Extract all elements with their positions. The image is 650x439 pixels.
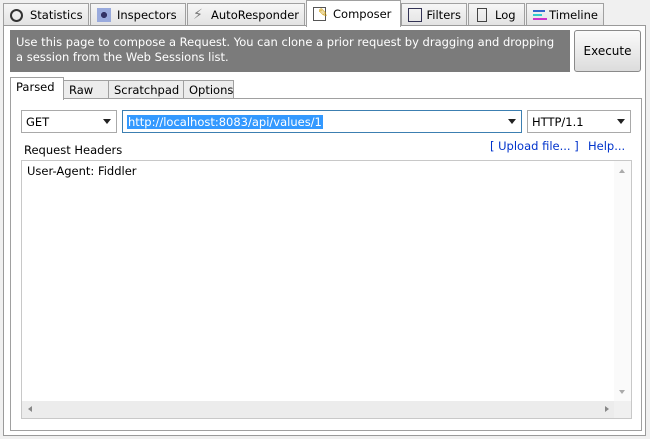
subtab-raw[interactable]: Raw: [63, 80, 109, 99]
tab-timeline[interactable]: Timeline: [526, 3, 604, 26]
execute-button[interactable]: Execute: [574, 30, 641, 72]
request-headers-label: Request Headers: [24, 143, 123, 157]
stopwatch-icon: [9, 7, 25, 23]
subtab-scratchpad[interactable]: Scratchpad: [108, 80, 184, 99]
chevron-down-icon: [617, 119, 625, 124]
tab-label: Statistics: [30, 8, 83, 22]
method-value: GET: [26, 114, 50, 129]
inspectors-icon: [96, 7, 112, 23]
scroll-left-icon[interactable]: [28, 406, 32, 412]
pencil-note-icon: ✎: [312, 6, 328, 22]
chevron-down-icon: [103, 119, 111, 124]
tab-label: Inspectors: [117, 8, 177, 22]
lightning-icon: ⚡: [193, 7, 203, 23]
url-value: http://localhost:8083/api/values/1: [127, 114, 323, 129]
version-value: HTTP/1.1: [532, 114, 584, 129]
http-version-select[interactable]: HTTP/1.1: [527, 110, 631, 133]
tab-statistics[interactable]: Statistics: [3, 3, 89, 26]
tab-label: Log: [495, 8, 516, 22]
document-icon: [474, 7, 490, 23]
subtab-parsed[interactable]: Parsed: [10, 77, 64, 100]
scroll-right-icon[interactable]: [605, 406, 609, 412]
checkbox-icon: [407, 7, 422, 23]
upload-file-link[interactable]: [ Upload file... ]: [490, 139, 579, 153]
subtab-options[interactable]: Options: [183, 80, 234, 99]
tab-label: Filters: [426, 8, 461, 22]
request-headers-textarea[interactable]: User-Agent: Fiddler: [21, 160, 632, 419]
scrollbar-corner: [614, 401, 631, 418]
tab-autoresponder[interactable]: ⚡ AutoResponder: [187, 3, 305, 26]
tab-inspectors[interactable]: Inspectors: [90, 3, 186, 26]
headers-text: User-Agent: Fiddler: [27, 164, 137, 178]
tab-label: AutoResponder: [211, 8, 299, 22]
composer-info-banner: Use this page to compose a Request. You …: [10, 30, 570, 72]
chevron-down-icon: [508, 119, 516, 124]
tab-filters[interactable]: Filters: [401, 3, 467, 26]
tab-log[interactable]: Log: [468, 3, 525, 26]
tab-label: Composer: [333, 7, 392, 21]
scroll-down-icon[interactable]: [619, 390, 625, 394]
scroll-up-icon[interactable]: [619, 169, 625, 173]
tab-composer[interactable]: ✎ Composer: [306, 0, 401, 27]
tab-label: Timeline: [549, 8, 598, 22]
url-input[interactable]: http://localhost:8083/api/values/1: [122, 110, 522, 133]
help-link[interactable]: Help...: [588, 139, 625, 153]
timeline-icon: [532, 7, 547, 23]
method-select[interactable]: GET: [21, 110, 117, 133]
vertical-scrollbar[interactable]: [614, 161, 631, 402]
horizontal-scrollbar[interactable]: [22, 401, 615, 418]
